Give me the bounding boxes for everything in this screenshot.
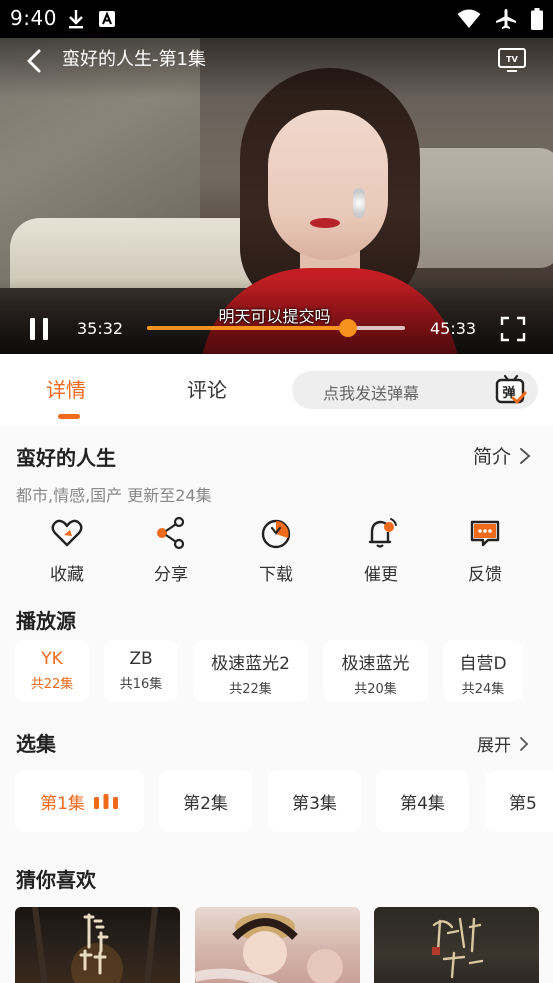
- wifi-icon: [457, 9, 481, 28]
- source-item-bluray[interactable]: 极速蓝光 共20集: [323, 640, 428, 702]
- recommendations-title: 猜你喜欢: [16, 868, 96, 892]
- source-name: 极速蓝光2: [211, 654, 290, 674]
- source-count: 共16集: [119, 677, 163, 692]
- poster-2-art: [195, 913, 343, 983]
- tv-cast-icon[interactable]: TV: [497, 46, 527, 74]
- remind-update-label: 催更: [364, 565, 398, 585]
- source-list: YK 共22集 ZB 共16集 极速蓝光2 共22集 极速蓝光 共20集 自营D…: [15, 640, 553, 702]
- now-playing-icon: [93, 794, 118, 809]
- status-bar: 9:40: [0, 0, 553, 38]
- video-player[interactable]: 蛮好的人生-第1集 TV 明天可以提交吗 35:32 45:33: [0, 38, 553, 354]
- player-title: 蛮好的人生-第1集: [62, 49, 206, 70]
- download-label: 下载: [259, 565, 293, 585]
- feedback-icon: [470, 520, 500, 547]
- source-count: 共20集: [354, 682, 397, 697]
- favorite-button[interactable]: 收藏: [32, 516, 102, 585]
- recommendation-list: [15, 907, 553, 983]
- episode-item-3[interactable]: 第3集: [268, 770, 361, 832]
- favorite-heart-icon: [51, 519, 83, 547]
- current-time: 35:32: [77, 319, 124, 338]
- fullscreen-icon[interactable]: [500, 316, 526, 342]
- favorite-label: 收藏: [50, 565, 84, 585]
- total-time: 45:33: [430, 319, 477, 338]
- source-item-zb[interactable]: ZB 共16集: [104, 640, 178, 702]
- a-badge-icon: [99, 11, 115, 27]
- details-content: 蛮好的人生 简介 都市,情感,国产 更新至24集 收藏 分享 下载 催更 反馈 …: [0, 426, 553, 983]
- remind-update-button[interactable]: 催更: [346, 516, 416, 585]
- source-name: 极速蓝光: [341, 654, 410, 674]
- danmaku-placeholder: 点我发送弹幕: [323, 384, 420, 403]
- source-count: 共24集: [461, 682, 505, 697]
- poster-3-art: [432, 917, 484, 979]
- source-name: ZB: [129, 649, 153, 669]
- source-name: 自营D: [459, 654, 507, 674]
- progress-bar[interactable]: [147, 319, 405, 337]
- feedback-label: 反馈: [468, 565, 502, 585]
- episode-label: 第3集: [292, 793, 337, 814]
- battery-icon: [531, 8, 543, 30]
- airplane-icon: [496, 9, 516, 29]
- source-count: 共22集: [229, 682, 272, 697]
- poster-1-art: [32, 907, 158, 983]
- danmaku-input[interactable]: 点我发送弹幕 弹: [292, 371, 538, 409]
- recommendation-poster-2[interactable]: [195, 907, 360, 983]
- recommendation-poster-1[interactable]: [15, 907, 180, 983]
- intro-label: 简介: [472, 446, 511, 468]
- source-count: 共22集: [30, 677, 74, 692]
- episode-label: 第5: [509, 793, 537, 814]
- feedback-button[interactable]: 反馈: [450, 516, 520, 585]
- download-icon: [69, 10, 83, 29]
- episode-label: 第2集: [183, 793, 228, 814]
- episode-label: 第1集: [40, 793, 85, 814]
- pause-icon[interactable]: [28, 318, 50, 340]
- tab-details[interactable]: 详情: [46, 374, 86, 403]
- chevron-right-icon: [520, 447, 531, 464]
- show-meta: 都市,情感,国产 更新至24集: [16, 486, 212, 505]
- tab-active-indicator: [58, 414, 80, 419]
- source-item-self-d[interactable]: 自营D 共24集: [443, 640, 523, 702]
- progress-fill: [147, 326, 349, 330]
- source-item-yk[interactable]: YK 共22集: [15, 640, 89, 702]
- download-icon: [261, 519, 291, 549]
- sources-title: 播放源: [16, 609, 76, 633]
- tab-comments[interactable]: 评论: [187, 374, 227, 403]
- source-name: YK: [41, 649, 63, 669]
- subtitle-text: 明天可以提交吗: [218, 307, 331, 326]
- episode-item-4[interactable]: 第4集: [376, 770, 469, 832]
- share-icon: [157, 516, 185, 550]
- show-title: 蛮好的人生: [16, 446, 116, 470]
- episodes-title: 选集: [16, 732, 56, 756]
- intro-link[interactable]: 简介: [473, 442, 531, 469]
- back-arrow-icon[interactable]: [22, 48, 48, 74]
- episode-list: 第1集 第2集 第3集 第4集 第5: [15, 770, 553, 832]
- download-button[interactable]: 下载: [241, 516, 311, 585]
- share-label: 分享: [154, 565, 188, 585]
- expand-episodes-link[interactable]: 展开: [477, 731, 529, 756]
- bell-icon: [368, 518, 397, 548]
- svg-text:TV: TV: [506, 55, 518, 64]
- status-icons-right: [457, 8, 543, 30]
- tabs-bar: 详情 评论 点我发送弹幕 弹: [0, 354, 553, 426]
- episode-item-1[interactable]: 第1集: [15, 770, 144, 832]
- video-frame-person-face: [268, 110, 388, 260]
- video-frame-earring: [353, 188, 365, 218]
- episode-item-2[interactable]: 第2集: [159, 770, 252, 832]
- recommendation-poster-3[interactable]: [374, 907, 539, 983]
- status-time: 9:40: [10, 6, 57, 30]
- video-frame-person-lips: [310, 218, 340, 228]
- status-icons-left: [68, 8, 116, 30]
- share-button[interactable]: 分享: [136, 516, 206, 585]
- episode-item-5[interactable]: 第5: [485, 770, 553, 832]
- source-item-bluray2[interactable]: 极速蓝光2 共22集: [193, 640, 308, 702]
- danmaku-toggle-icon[interactable]: 弹: [494, 374, 528, 406]
- episode-label: 第4集: [400, 793, 445, 814]
- chevron-right-icon: [520, 736, 529, 751]
- expand-label: 展开: [477, 736, 511, 756]
- action-row: 收藏 分享 下载 催更 反馈: [0, 516, 553, 586]
